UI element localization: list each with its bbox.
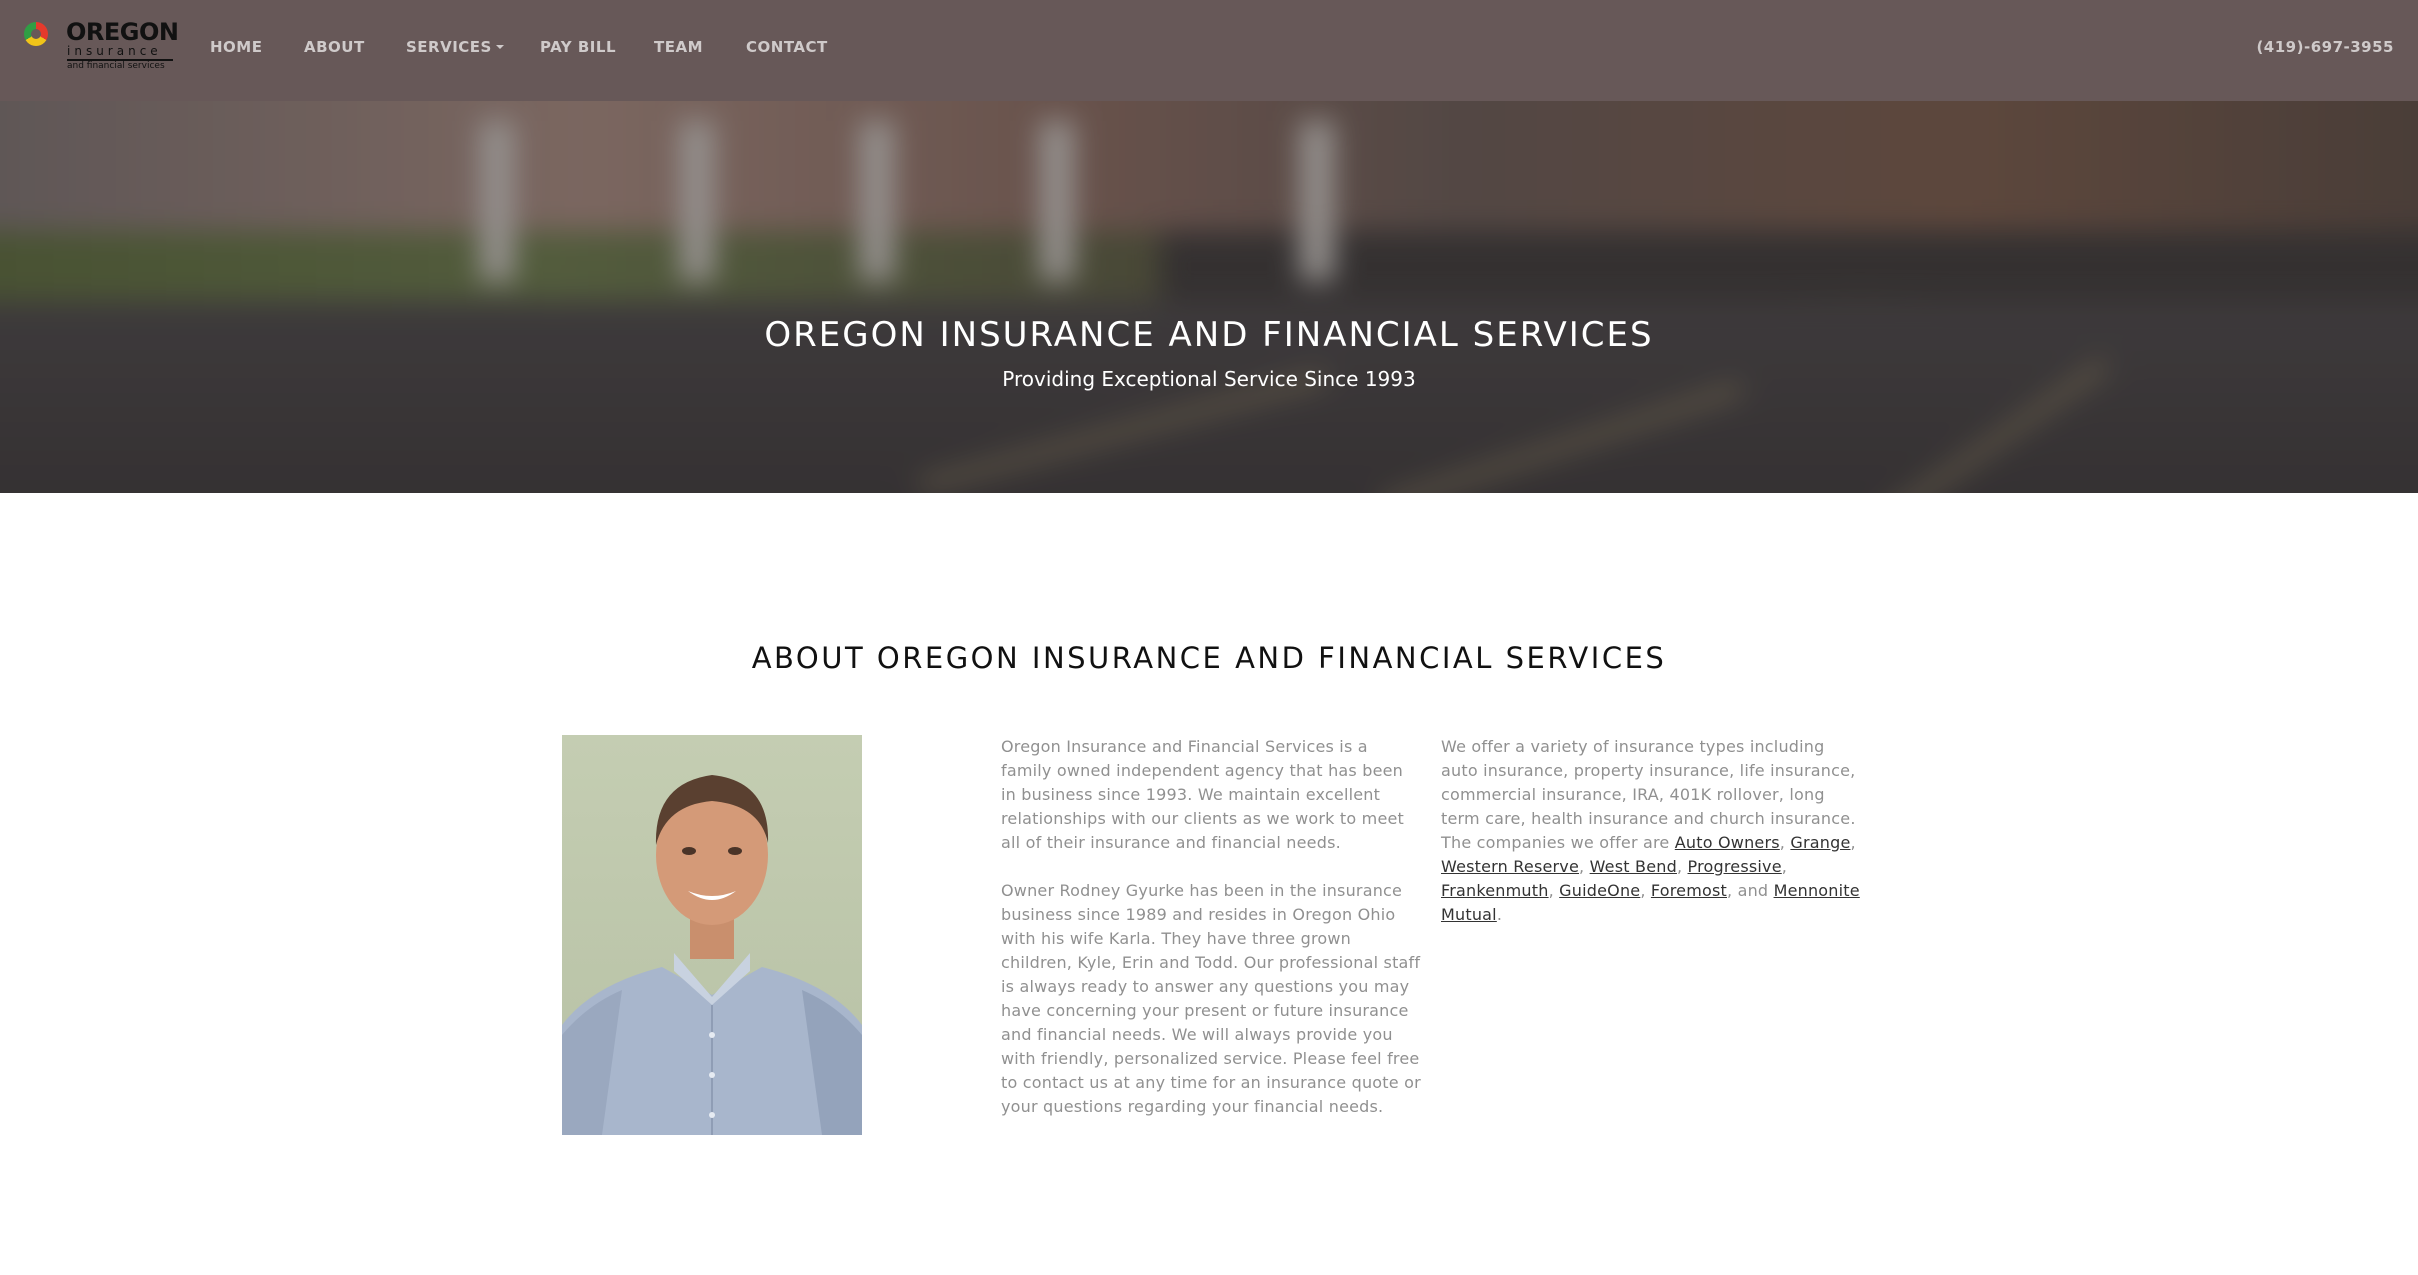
company-link-guideone[interactable]: GuideOne <box>1559 881 1640 900</box>
company-link-west-bend[interactable]: West Bend <box>1590 857 1677 876</box>
about-heading: ABOUT OREGON INSURANCE AND FINANCIAL SER… <box>751 641 1667 675</box>
about-paragraph-insurance-types: We offer a variety of insurance types in… <box>1441 735 1861 927</box>
nav-link-contact[interactable]: CONTACT <box>746 37 828 57</box>
company-link-western-reserve[interactable]: Western Reserve <box>1441 857 1579 876</box>
logo-tagline: and financial services <box>67 61 165 71</box>
separator: , <box>1579 857 1590 876</box>
phone-link[interactable]: (419)-697-3955 <box>2256 37 2394 57</box>
separator: , <box>1548 881 1560 900</box>
hero-banner: OREGON INSURANCE AND FINANCIAL SERVICES … <box>0 101 2418 493</box>
nav-link-home[interactable]: HOME <box>210 37 262 57</box>
logo-insurance-text: insurance <box>67 44 162 58</box>
separator: , <box>1640 881 1651 900</box>
separator: , <box>1676 857 1688 876</box>
company-link-grange[interactable]: Grange <box>1790 833 1850 852</box>
nav-link-services[interactable]: SERVICES <box>406 37 504 57</box>
about-column-2: We offer a variety of insurance types in… <box>1441 735 1861 951</box>
owner-photo <box>562 735 862 1135</box>
logo-ring-icon <box>24 22 48 46</box>
about-column-1: Oregon Insurance and Financial Services … <box>1001 735 1421 1143</box>
hero-title: OREGON INSURANCE AND FINANCIAL SERVICES <box>764 315 1654 355</box>
separator: , <box>1850 833 1856 852</box>
owner-portrait-image <box>562 775 862 1135</box>
brand-logo[interactable]: OREGON insurance and financial services <box>24 18 179 71</box>
separator: , <box>1781 857 1788 876</box>
company-link-foremost[interactable]: Foremost <box>1651 881 1727 900</box>
nav-link-about[interactable]: ABOUT <box>304 37 365 57</box>
company-link-auto-owners[interactable]: Auto Owners <box>1675 833 1780 852</box>
nav-link-services-label: SERVICES <box>406 38 492 56</box>
hero-overlay <box>0 101 2418 493</box>
separator: , and <box>1727 881 1774 900</box>
nav-link-pay-bill[interactable]: PAY BILL <box>540 37 616 57</box>
top-navbar: OREGON insurance and financial services … <box>0 0 2418 101</box>
hero-subtitle: Providing Exceptional Service Since 1993 <box>1002 367 1416 391</box>
nav-link-team[interactable]: TEAM <box>654 37 703 57</box>
separator: , <box>1779 833 1791 852</box>
company-link-progressive[interactable]: Progressive <box>1688 857 1782 876</box>
logo-wordmark: OREGON <box>66 18 179 46</box>
company-link-frankenmuth[interactable]: Frankenmuth <box>1441 881 1549 900</box>
about-paragraph-owner: Owner Rodney Gyurke has been in the insu… <box>1001 881 1421 1116</box>
about-paragraph-agency: Oregon Insurance and Financial Services … <box>1001 737 1405 852</box>
end-punctuation: . <box>1496 905 1503 924</box>
chevron-down-icon <box>495 45 504 49</box>
